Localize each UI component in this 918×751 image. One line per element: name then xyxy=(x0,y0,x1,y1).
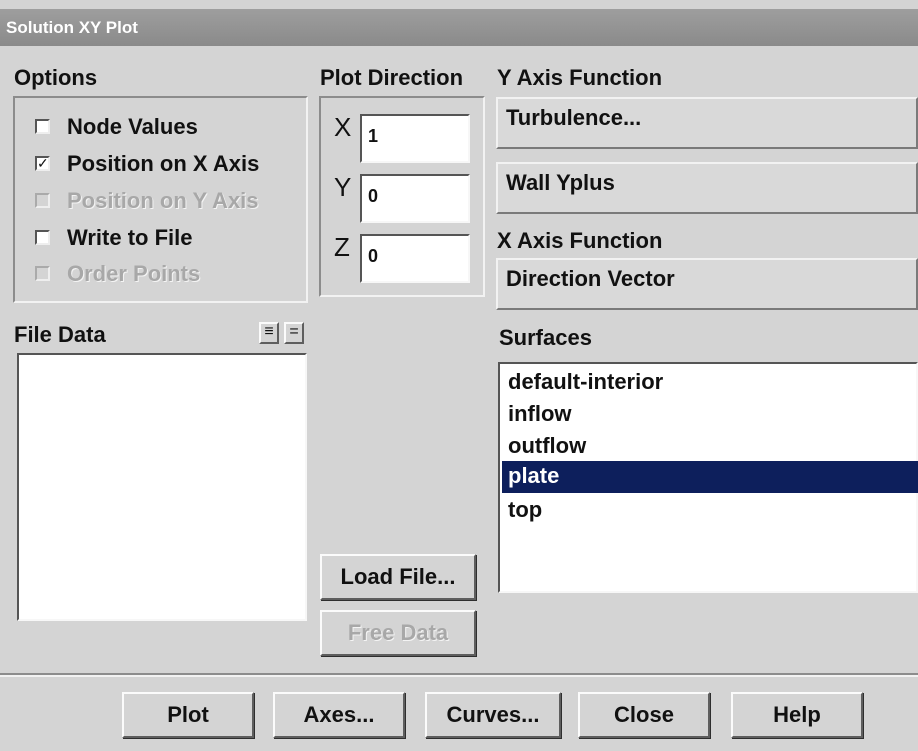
button-row-separator xyxy=(0,673,918,677)
order-points-checkbox xyxy=(35,266,50,281)
select-all-icon[interactable]: ≡ xyxy=(259,322,279,344)
y-axis-category-dropdown[interactable]: Turbulence... xyxy=(496,97,918,149)
x-direction-label: X xyxy=(334,112,352,142)
surface-item-top[interactable]: top xyxy=(502,495,918,527)
surface-item-outflow[interactable]: outflow xyxy=(502,431,918,463)
plot-direction-heading: Plot Direction xyxy=(320,65,464,90)
position-on-y-axis-checkbox xyxy=(35,193,50,208)
curves-button[interactable]: Curves... xyxy=(425,692,561,738)
title-bar[interactable]: Solution XY Plot xyxy=(0,9,918,46)
position-on-x-axis-checkbox[interactable]: ✓ xyxy=(35,156,50,171)
plot-direction-frame: X 1 Y 0 Z 0 xyxy=(319,96,485,297)
write-to-file-label: Write to File xyxy=(67,225,193,250)
surface-item-inflow[interactable]: inflow xyxy=(502,399,918,431)
axes-button[interactable]: Axes... xyxy=(273,692,405,738)
help-button[interactable]: Help xyxy=(731,692,863,738)
y-direction-label: Y xyxy=(334,172,352,202)
x-axis-function-dropdown[interactable]: Direction Vector xyxy=(496,258,918,310)
y-axis-quantity-dropdown[interactable]: Wall Yplus xyxy=(496,162,918,214)
position-on-x-axis-label: Position on X Axis xyxy=(67,151,260,176)
node-values-label: Node Values xyxy=(67,114,198,139)
deselect-all-icon[interactable]: = xyxy=(284,322,304,344)
y-axis-function-heading: Y Axis Function xyxy=(497,65,663,90)
checkmark-icon: ✓ xyxy=(37,155,49,171)
options-frame: Node Values ✓ Position on X Axis Positio… xyxy=(13,96,308,303)
file-data-list[interactable] xyxy=(17,353,307,621)
position-on-y-axis-label: Position on Y Axis xyxy=(67,188,259,213)
surfaces-list[interactable]: default-interior inflow outflow plate to… xyxy=(498,362,918,593)
x-axis-function-heading: X Axis Function xyxy=(497,228,663,253)
order-points-label: Order Points xyxy=(67,261,201,286)
load-file-button[interactable]: Load File... xyxy=(320,554,476,600)
solution-xy-plot-dialog: Solution XY Plot Options Node Values ✓ P… xyxy=(0,0,918,751)
free-data-button: Free Data xyxy=(320,610,476,656)
surface-item-default-interior[interactable]: default-interior xyxy=(502,367,918,399)
z-direction-label: Z xyxy=(334,232,350,262)
node-values-checkbox[interactable] xyxy=(35,119,50,134)
close-button[interactable]: Close xyxy=(578,692,710,738)
window-title: Solution XY Plot xyxy=(6,18,138,37)
x-direction-input[interactable]: 1 xyxy=(360,114,470,163)
write-to-file-checkbox[interactable] xyxy=(35,230,50,245)
options-heading: Options xyxy=(14,65,98,90)
y-direction-input[interactable]: 0 xyxy=(360,174,470,223)
file-data-heading: File Data xyxy=(14,322,106,347)
plot-button[interactable]: Plot xyxy=(122,692,254,738)
z-direction-input[interactable]: 0 xyxy=(360,234,470,283)
surface-item-plate[interactable]: plate xyxy=(502,461,918,493)
surfaces-heading: Surfaces xyxy=(499,325,592,350)
